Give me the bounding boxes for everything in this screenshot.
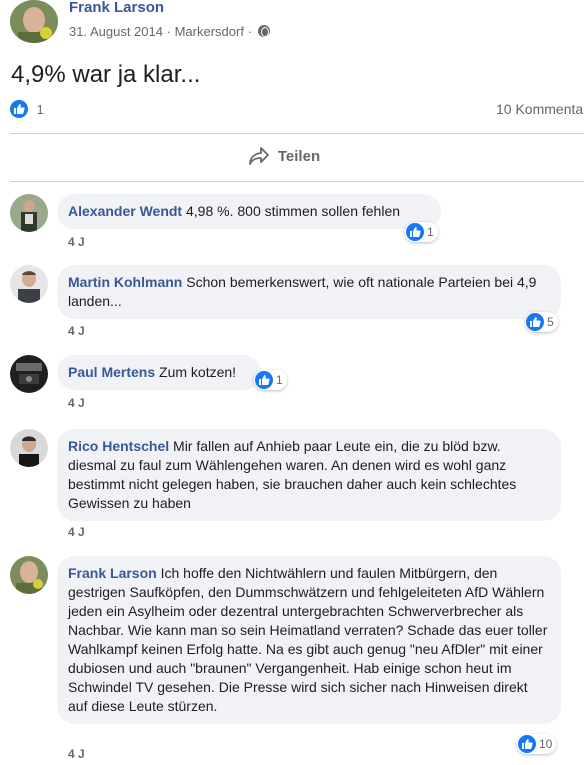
action-row: Teilen [0, 147, 584, 170]
reactions-bar: 1 10 Kommentare [10, 100, 584, 120]
meta-separator: · [166, 24, 171, 39]
thumbs-up-icon [406, 223, 424, 241]
commenter-name[interactable]: Frank Larson [68, 565, 157, 581]
comment-timestamp[interactable]: 4 J [68, 235, 85, 249]
globe-icon[interactable] [257, 25, 270, 37]
thumbs-up-icon [518, 735, 536, 753]
divider [10, 133, 584, 134]
post-like-count[interactable]: 1 [36, 102, 43, 117]
share-arrow-icon [248, 147, 269, 165]
comment-bubble: Frank Larson Ich hoffe den Nichtwählern … [57, 556, 561, 724]
commenter-avatar[interactable] [10, 355, 48, 393]
comment-timestamp[interactable]: 4 J [68, 747, 85, 761]
post-author-name[interactable]: Frank Larson [69, 0, 164, 16]
reaction-count: 1 [276, 373, 283, 387]
share-label: Teilen [277, 148, 321, 165]
share-button[interactable]: Teilen [248, 147, 321, 165]
commenter-avatar[interactable] [10, 429, 48, 467]
comment-bubble: Martin Kohlmann Schon bemerkenswert, wie… [57, 265, 561, 319]
comment-text: 4,98 %. 800 stimmen sollen fehlen [186, 203, 401, 219]
reaction-count: 5 [547, 315, 554, 329]
comment-reactions[interactable]: 5 [525, 312, 558, 332]
post-text: 4,9% war ja klar... [11, 61, 201, 88]
comment-bubble: Rico Hentschel Mir fallen auf Anhieb paa… [57, 429, 561, 521]
comment-timestamp[interactable]: 4 J [68, 525, 85, 539]
post-meta: 31. August 2014 · Markersdorf · [69, 24, 270, 40]
commenter-avatar[interactable] [10, 194, 48, 232]
meta-separator: · [247, 24, 252, 39]
commenter-name[interactable]: Rico Hentschel [68, 438, 169, 454]
comment-bubble: Alexander Wendt 4,98 %. 800 stimmen soll… [57, 194, 441, 229]
post-header: Frank Larson 31. August 2014 · Markersdo… [10, 0, 570, 46]
comment-reactions[interactable]: 1 [405, 222, 438, 242]
comment-count-link[interactable]: 10 Kommentare [496, 101, 584, 117]
commenter-name[interactable]: Paul Mertens [68, 364, 155, 380]
comment-timestamp[interactable]: 4 J [68, 324, 85, 338]
commenter-avatar[interactable] [10, 556, 48, 594]
comment-reactions[interactable]: 1 [254, 370, 287, 390]
commenter-avatar[interactable] [10, 265, 48, 303]
divider [10, 181, 584, 182]
comment-timestamp[interactable]: 4 J [68, 396, 85, 410]
comment-reactions[interactable]: 10 [517, 734, 557, 754]
post-location[interactable]: Markersdorf [175, 24, 244, 39]
thumbs-up-icon [255, 371, 273, 389]
commenter-name[interactable]: Martin Kohlmann [68, 274, 182, 290]
thumbs-up-icon[interactable] [10, 100, 28, 118]
reaction-count: 10 [539, 737, 553, 751]
comment-text: Zum kotzen! [159, 364, 237, 380]
author-avatar[interactable] [10, 0, 58, 43]
commenter-name[interactable]: Alexander Wendt [68, 203, 182, 219]
post-date[interactable]: 31. August 2014 [69, 24, 163, 39]
comment-bubble: Paul Mertens Zum kotzen! [57, 355, 261, 390]
comment-text: Ich hoffe den Nichtwählern und faulen Mi… [68, 565, 548, 714]
reaction-count: 1 [427, 225, 434, 239]
thumbs-up-icon [526, 313, 544, 331]
